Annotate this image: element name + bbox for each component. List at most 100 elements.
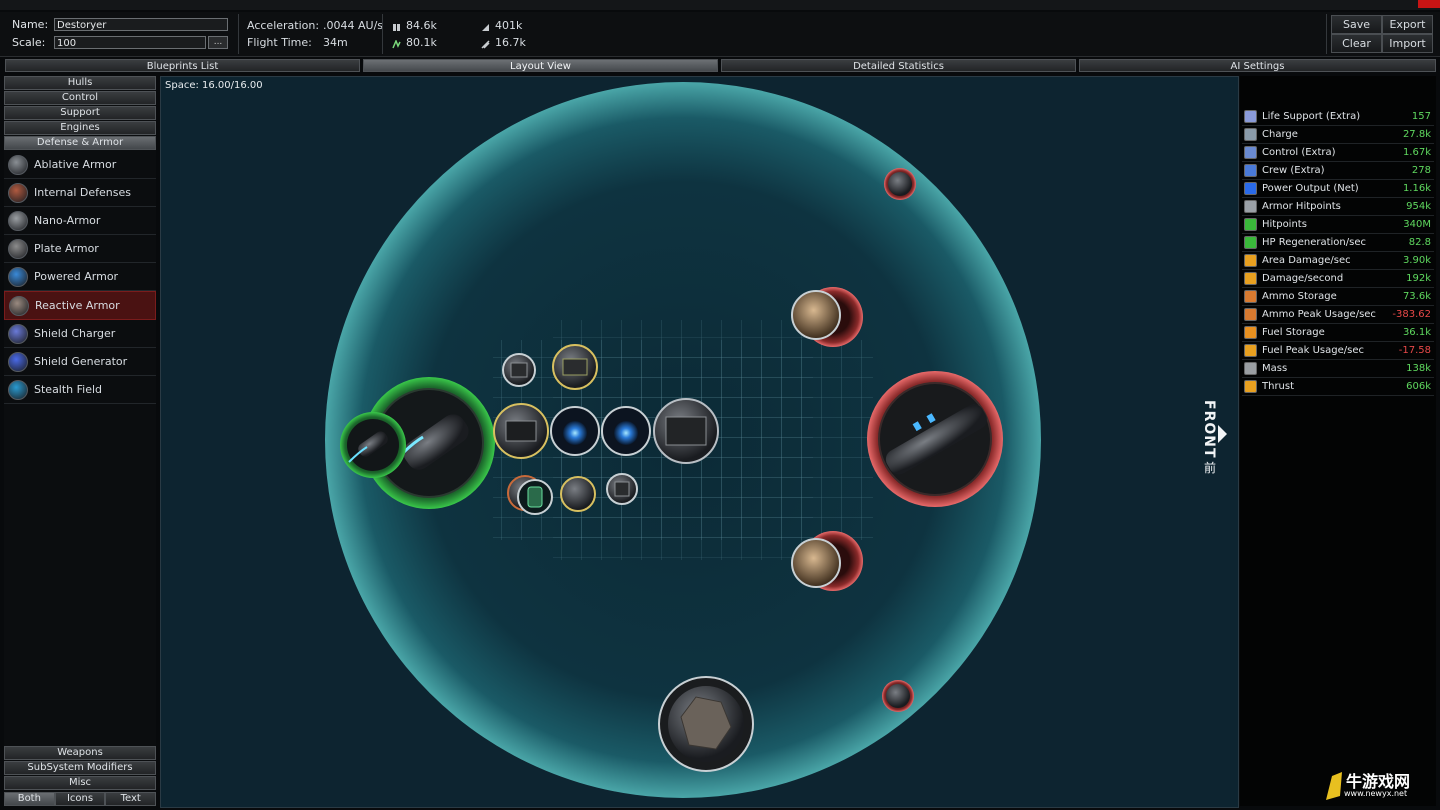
view-mode-text[interactable]: Text bbox=[105, 792, 157, 806]
tab-layout-view[interactable]: Layout View bbox=[363, 59, 718, 72]
name-input[interactable]: Destoryer bbox=[54, 18, 228, 31]
save-button[interactable]: Save bbox=[1331, 15, 1382, 34]
category-weapons[interactable]: Weapons bbox=[4, 746, 156, 760]
part-label: Ablative Armor bbox=[34, 158, 117, 171]
part-item-shield-generator[interactable]: Shield Generator bbox=[4, 348, 156, 376]
armor-module[interactable] bbox=[493, 403, 549, 459]
stat-one: 84.6k bbox=[392, 19, 437, 32]
space-usage-label: Space: 16.00/16.00 bbox=[165, 80, 263, 91]
view-mode-both[interactable]: Both bbox=[4, 792, 55, 806]
view-tabs: Blueprints List Layout View Detailed Sta… bbox=[5, 59, 1436, 73]
parts-list: Ablative Armor Internal Defenses Nano-Armo… bbox=[4, 151, 156, 404]
category-misc[interactable]: Misc bbox=[4, 776, 156, 790]
import-button[interactable]: Import bbox=[1382, 34, 1433, 53]
stat-value: -383.62 bbox=[1392, 309, 1431, 320]
statistics-panel: Life Support (Extra) 157 Charge 27.8k Contro… bbox=[1240, 76, 1436, 806]
stat-row: Power Output (Net) 1.16k bbox=[1242, 180, 1434, 198]
scale-browse-button[interactable]: ... bbox=[208, 36, 228, 49]
stat-row: Fuel Peak Usage/sec -17.58 bbox=[1242, 342, 1434, 360]
part-label: Nano-Armor bbox=[34, 214, 101, 227]
control-icon bbox=[1244, 146, 1257, 159]
part-label: Stealth Field bbox=[34, 383, 103, 396]
ammo-usage-icon bbox=[1244, 308, 1257, 321]
weapon-module[interactable] bbox=[560, 476, 596, 512]
flight-time-label: Flight Time: bbox=[247, 36, 312, 49]
part-item-ablative-armor[interactable]: Ablative Armor bbox=[4, 151, 156, 179]
stat-label: Thrust bbox=[1262, 381, 1295, 392]
stat-value: 36.1k bbox=[1402, 327, 1431, 338]
stat-value: 278 bbox=[1411, 165, 1431, 176]
clear-button[interactable]: Clear bbox=[1331, 34, 1382, 53]
export-button[interactable]: Export bbox=[1382, 15, 1433, 34]
flight-time-value: 34m bbox=[323, 36, 348, 49]
armor-stat-icon bbox=[481, 22, 490, 31]
stat-label: Ammo Peak Usage/sec bbox=[1262, 309, 1376, 320]
reactive-armor-icon bbox=[9, 295, 29, 316]
power-icon bbox=[1244, 182, 1257, 195]
armor-module[interactable] bbox=[606, 473, 638, 505]
name-label: Name: bbox=[12, 18, 49, 31]
stat-two: 401k bbox=[481, 19, 522, 32]
reactive-armor-module[interactable] bbox=[658, 676, 754, 772]
stat-three-value: 80.1k bbox=[406, 36, 437, 49]
header-divider bbox=[382, 14, 383, 54]
part-item-internal-defenses[interactable]: Internal Defenses bbox=[4, 179, 156, 207]
front-indicator-cn: 前 bbox=[1204, 461, 1217, 475]
layout-canvas[interactable]: Space: 16.00/16.00 FRONT 前 bbox=[160, 76, 1239, 808]
category-engines[interactable]: Engines bbox=[4, 121, 156, 135]
shield-generator-module[interactable] bbox=[601, 406, 651, 456]
category-hulls[interactable]: Hulls bbox=[4, 76, 156, 90]
ship-layout-svg[interactable] bbox=[161, 77, 1238, 807]
title-strip bbox=[0, 0, 1440, 10]
stat-value: 73.6k bbox=[1402, 291, 1431, 302]
stat-label: Control (Extra) bbox=[1262, 147, 1336, 158]
tab-blueprints-list[interactable]: Blueprints List bbox=[5, 59, 360, 72]
main-cannon-module[interactable] bbox=[867, 371, 1003, 507]
part-label: Shield Generator bbox=[34, 355, 128, 368]
hitpoints-icon bbox=[1244, 218, 1257, 231]
point-defense-module[interactable] bbox=[882, 680, 914, 712]
scale-input[interactable]: 100 bbox=[54, 36, 206, 49]
part-item-plate-armor[interactable]: Plate Armor bbox=[4, 235, 156, 263]
part-item-shield-charger[interactable]: Shield Charger bbox=[4, 320, 156, 348]
fuel-icon bbox=[1244, 326, 1257, 339]
part-item-reactive-armor[interactable]: Reactive Armor bbox=[4, 291, 156, 320]
blueprint-header: Name: Destoryer Scale: 100 ... Accelerat… bbox=[0, 12, 1440, 57]
stat-label: Hitpoints bbox=[1262, 219, 1307, 230]
shield-generator-module[interactable] bbox=[550, 406, 600, 456]
stat-row: Ammo Storage 73.6k bbox=[1242, 288, 1434, 306]
part-item-stealth-field[interactable]: Stealth Field bbox=[4, 376, 156, 404]
nano-armor-icon bbox=[8, 210, 28, 231]
armor-module[interactable] bbox=[502, 353, 536, 387]
front-indicator: FRONT bbox=[1201, 400, 1217, 459]
shield-charger-icon bbox=[8, 323, 28, 344]
part-item-powered-armor[interactable]: Powered Armor bbox=[4, 263, 156, 291]
stat-label: Power Output (Net) bbox=[1262, 183, 1359, 194]
plate-armor-icon bbox=[8, 238, 28, 259]
point-defense-module[interactable] bbox=[884, 168, 916, 200]
stat-row: Damage/second 192k bbox=[1242, 270, 1434, 288]
part-item-nano-armor[interactable]: Nano-Armor bbox=[4, 207, 156, 235]
armor-icon bbox=[1244, 200, 1257, 213]
close-window-button[interactable] bbox=[1418, 0, 1440, 8]
category-subsystem-modifiers[interactable]: SubSystem Modifiers bbox=[4, 761, 156, 775]
mass-icon bbox=[1244, 362, 1257, 375]
category-defense-armor[interactable]: Defense & Armor bbox=[4, 136, 156, 150]
category-control[interactable]: Control bbox=[4, 91, 156, 105]
thrust-stat-icon bbox=[481, 39, 490, 49]
category-support[interactable]: Support bbox=[4, 106, 156, 120]
tab-detailed-statistics[interactable]: Detailed Statistics bbox=[721, 59, 1076, 72]
small-engine-module[interactable] bbox=[340, 412, 406, 478]
name-row: Name: Destoryer bbox=[12, 17, 228, 32]
parts-sidebar: Hulls Control Support Engines Defense & … bbox=[4, 76, 157, 806]
view-mode-icons[interactable]: Icons bbox=[54, 792, 106, 806]
armor-module[interactable] bbox=[552, 344, 598, 390]
armor-module[interactable] bbox=[653, 398, 719, 464]
tab-ai-settings[interactable]: AI Settings bbox=[1079, 59, 1436, 72]
stat-label: Area Damage/sec bbox=[1262, 255, 1351, 266]
support-module[interactable] bbox=[517, 479, 553, 515]
view-mode-toggle: Both Icons Text bbox=[4, 792, 157, 806]
stat-row: Charge 27.8k bbox=[1242, 126, 1434, 144]
stat-label: Life Support (Extra) bbox=[1262, 111, 1361, 122]
sidebar-bottom: Weapons SubSystem Modifiers Misc Both Ic… bbox=[4, 746, 157, 806]
